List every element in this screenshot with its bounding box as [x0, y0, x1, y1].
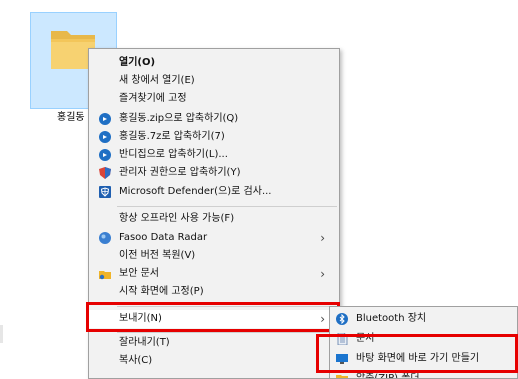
chevron-right-icon: ›	[320, 231, 325, 245]
menu-item-always-offline[interactable]: 항상 오프라인 사용 가능(F)	[89, 210, 339, 228]
menu-item-label: 시작 화면에 고정(P)	[119, 286, 204, 297]
security-doc-icon	[99, 271, 111, 280]
bandizip-icon	[99, 131, 111, 143]
send-to-highlight-box	[86, 302, 340, 332]
menu-item-copy[interactable]: 복사(C)	[89, 352, 339, 370]
menu-item-label: Fasoo Data Radar	[119, 232, 208, 243]
desktop-shortcut-highlight-box	[316, 334, 518, 373]
menu-item-compress-zip[interactable]: 홍길동.zip으로 압축하기(Q)	[89, 110, 339, 128]
menu-item-open[interactable]: 열기(O)	[89, 54, 339, 72]
menu-item-compress-bandizip[interactable]: 반디집으로 압축하기(L)...	[89, 146, 339, 164]
menu-item-label: 반디집으로 압축하기(L)...	[119, 149, 228, 160]
fasoo-icon	[99, 232, 111, 244]
chevron-right-icon: ›	[320, 267, 325, 281]
bandizip-icon	[99, 149, 111, 161]
folder-name-label: 홍길동	[57, 112, 85, 123]
submenu-item-label: Bluetooth 장치	[356, 313, 427, 324]
menu-item-label: 새 창에서 열기(E)	[119, 75, 195, 86]
menu-item-defender-scan[interactable]: Microsoft Defender(으)로 검사...	[89, 183, 339, 201]
bluetooth-icon	[336, 313, 348, 325]
menu-item-restore-previous[interactable]: 이전 버전 복원(V)	[89, 247, 339, 265]
menu-item-security-document[interactable]: 보안 문서 ›	[89, 265, 339, 283]
menu-item-label: 즐겨찾기에 고정	[119, 93, 187, 104]
menu-item-pin-quick-access[interactable]: 즐겨찾기에 고정	[89, 90, 339, 108]
menu-item-compress-7z[interactable]: 홍길동.7z로 압축하기(7)	[89, 128, 339, 146]
menu-item-cut[interactable]: 잘라내기(T)	[89, 334, 339, 352]
menu-item-label: 열기(O)	[119, 57, 156, 68]
menu-item-label: 잘라내기(T)	[119, 337, 170, 348]
menu-separator	[117, 206, 337, 207]
admin-shield-icon	[99, 167, 111, 179]
menu-item-compress-admin[interactable]: 관리자 권한으로 압축하기(Y)	[89, 164, 339, 182]
menu-separator	[117, 332, 337, 333]
menu-item-label: 홍길동.zip으로 압축하기(Q)	[119, 113, 239, 124]
bandizip-icon	[99, 113, 111, 125]
menu-item-label: 복사(C)	[119, 355, 153, 366]
zip-folder-icon	[336, 375, 348, 378]
defender-icon	[99, 186, 111, 198]
menu-item-fasoo-data-radar[interactable]: Fasoo Data Radar ›	[89, 229, 339, 247]
submenu-item-bluetooth[interactable]: Bluetooth 장치	[330, 309, 517, 329]
menu-item-pin-start[interactable]: 시작 화면에 고정(P)	[89, 283, 339, 301]
desktop-edge	[0, 325, 3, 343]
menu-item-label: 홍길동.7z로 압축하기(7)	[119, 131, 225, 142]
menu-item-open-new-window[interactable]: 새 창에서 열기(E)	[89, 72, 339, 90]
menu-item-label: 이전 버전 복원(V)	[119, 250, 196, 261]
menu-item-label: 항상 오프라인 사용 가능(F)	[119, 213, 235, 224]
menu-item-label: 보안 문서	[119, 268, 159, 279]
menu-item-label: 관리자 권한으로 압축하기(Y)	[119, 167, 241, 178]
menu-item-label: Microsoft Defender(으)로 검사...	[119, 186, 272, 197]
